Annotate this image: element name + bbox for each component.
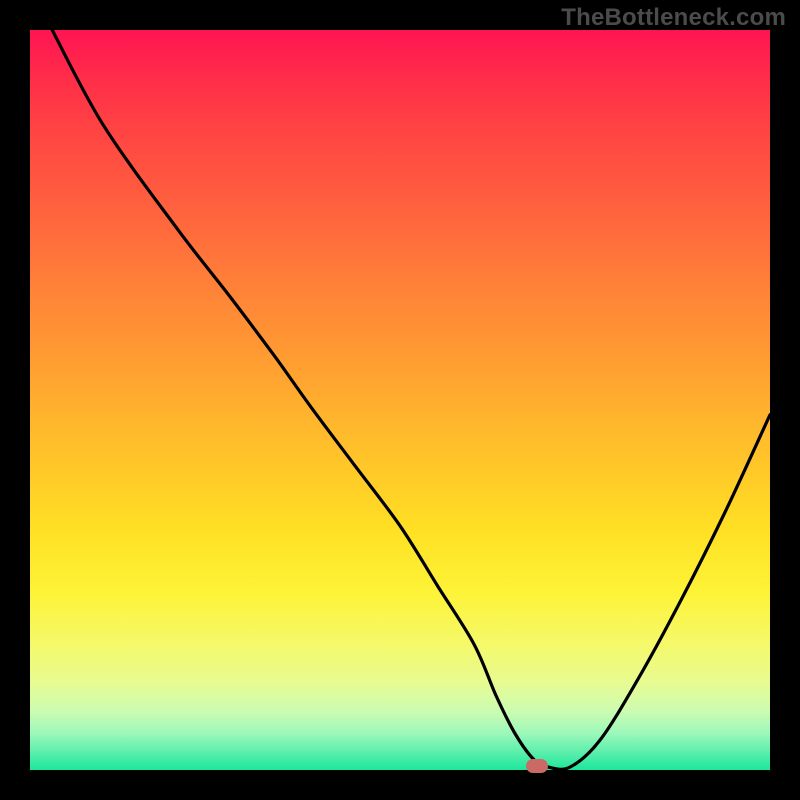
curve-svg [30, 30, 770, 770]
bottleneck-curve-path [52, 30, 770, 769]
plot-area [30, 30, 770, 770]
optimum-marker [526, 759, 548, 773]
watermark-text: TheBottleneck.com [561, 4, 786, 32]
chart-frame: TheBottleneck.com [0, 0, 800, 800]
